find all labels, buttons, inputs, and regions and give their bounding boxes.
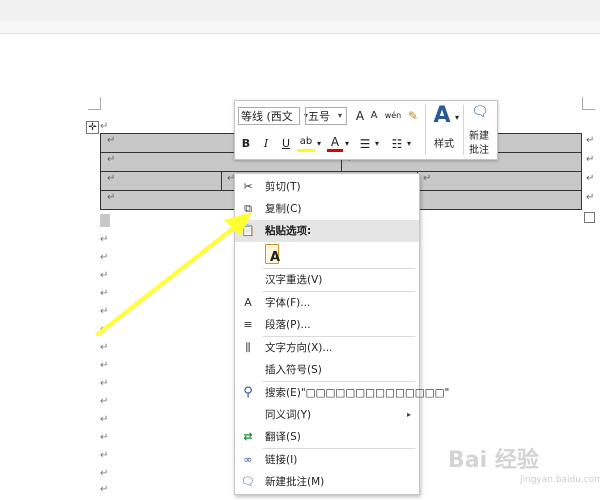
link-icon: ∞ [243, 453, 253, 466]
paste-icon: 📋 [241, 224, 255, 237]
paragraph-mark: ↵ [100, 252, 109, 263]
row-end-mark: ↵ [586, 173, 595, 184]
paragraph-mark: ↵ [100, 306, 109, 317]
table-resize-handle[interactable] [584, 212, 595, 223]
chevron-down-icon[interactable]: ▾ [315, 135, 323, 153]
styles-icon[interactable]: A [431, 103, 453, 129]
shrink-font-icon[interactable]: A [367, 107, 381, 125]
menu-item-paragraph[interactable]: ≡ 段落(P)... [235, 314, 419, 336]
bold-button[interactable]: B [239, 135, 253, 153]
cell-mark: ↵ [107, 135, 116, 146]
chevron-down-icon[interactable]: ▾ [405, 135, 413, 153]
context-menu: ✂ 剪切(T) ⧉ 复制(C) 📋 粘贴选项: A 汉字重选(V) A 字体(F… [234, 173, 449, 495]
menu-item-translate[interactable]: ⇄ 翻译(S) [235, 426, 419, 448]
chevron-down-icon[interactable]: ▾ [335, 107, 345, 125]
styles-label[interactable]: 样式 [431, 135, 457, 150]
paragraph-mark: ↵ [100, 324, 109, 335]
text-direction-icon: ⫼ [245, 341, 251, 354]
cell-mark: ↵ [107, 173, 116, 184]
new-comment-label[interactable]: 新建 [465, 127, 493, 142]
paragraph-mark: ↵ [100, 484, 109, 495]
font-icon: A [244, 296, 252, 309]
new-comment-icon[interactable]: 🗨 [469, 103, 491, 121]
highlight-button[interactable]: ab [297, 133, 315, 152]
paragraph-mark: ↵ [100, 288, 109, 299]
search-icon: ⚲ [243, 385, 253, 400]
menu-item-search[interactable]: ⚲ 搜索(E)"□□□□□□□□□□□□□□" [235, 382, 449, 404]
phonetic-guide-icon[interactable]: wén [383, 107, 403, 125]
chevron-down-icon[interactable]: ▾ [453, 109, 461, 127]
menu-item-copy[interactable]: ⧉ 复制(C) [235, 198, 419, 220]
page-corner-mark [88, 97, 101, 110]
italic-button[interactable]: I [259, 135, 273, 153]
copy-icon: ⧉ [244, 202, 252, 215]
paragraph-mark: ↵ [100, 342, 109, 353]
new-comment-label[interactable]: 批注 [465, 141, 493, 156]
grow-font-icon[interactable]: A [353, 107, 367, 125]
paragraph-mark: ↵ [100, 360, 109, 371]
ribbon-strip [0, 0, 600, 23]
ruler-strip [0, 22, 600, 34]
paragraph-mark: ↵ [100, 234, 109, 245]
chevron-down-icon[interactable]: ▾ [373, 135, 381, 153]
paragraph-mark: ↵ [100, 121, 109, 132]
chevron-right-icon: ▸ [406, 410, 411, 419]
paragraph-icon: ≡ [243, 318, 253, 331]
menu-item-text-direction[interactable]: ⫼ 文字方向(X)... [235, 337, 419, 359]
comment-icon: 🗨 [241, 475, 255, 488]
chevron-down-icon[interactable]: ▾ [343, 135, 351, 153]
paragraph-mark: ↵ [100, 414, 109, 425]
mini-toolbar: 等线 (西文 ▾ 五号 ▾ A A wén ✎ B I U ab ▾ A ▾ ☰… [234, 100, 498, 160]
row-end-mark: ↵ [586, 135, 595, 146]
paragraph-mark: ↵ [100, 396, 109, 407]
bullets-icon[interactable]: ☰ [357, 135, 373, 153]
font-color-button[interactable]: A [327, 133, 343, 152]
watermark-url: jingyan.baidu.com [520, 475, 600, 485]
paragraph-mark: ↵ [100, 432, 109, 443]
font-name-box[interactable]: 等线 (西文 [238, 107, 300, 125]
row-end-mark: ↵ [586, 192, 595, 203]
cell-mark: ↵ [107, 154, 116, 165]
cell-mark: ↵ [423, 173, 432, 184]
menu-item-paste-options: 📋 粘贴选项: [235, 220, 419, 242]
paragraph-mark: ↵ [100, 450, 109, 461]
menu-item-new-comment[interactable]: 🗨 新建批注(M) [235, 471, 419, 493]
paste-keep-text-button[interactable]: A [263, 244, 281, 266]
menu-item-synonyms[interactable]: 同义词(Y) ▸ [235, 404, 419, 426]
selection-highlight [100, 214, 110, 227]
arrow-shaft [96, 224, 238, 336]
page-corner-mark [582, 97, 595, 110]
menu-item-link[interactable]: ∞ 链接(I) [235, 449, 419, 471]
translate-icon: ⇄ [243, 430, 253, 443]
format-painter-icon[interactable]: ✎ [405, 107, 421, 125]
table-move-handle[interactable]: ✛ [86, 121, 99, 134]
scissors-icon: ✂ [243, 180, 253, 193]
menu-item-font[interactable]: A 字体(F)... [235, 292, 419, 314]
menu-item-reconversion[interactable]: 汉字重选(V) [235, 269, 419, 291]
watermark-logo: Bai 经验 [448, 448, 539, 473]
cell-mark: ↵ [107, 192, 116, 203]
paragraph-mark: ↵ [100, 378, 109, 389]
paragraph-mark: ↵ [100, 270, 109, 281]
row-end-mark: ↵ [586, 154, 595, 165]
underline-button[interactable]: U [279, 135, 293, 153]
menu-item-cut[interactable]: ✂ 剪切(T) [235, 176, 419, 198]
paragraph-mark: ↵ [100, 468, 109, 479]
numbering-icon[interactable]: ☷ [389, 135, 405, 153]
menu-item-insert-symbol[interactable]: 插入符号(S) [235, 359, 419, 381]
